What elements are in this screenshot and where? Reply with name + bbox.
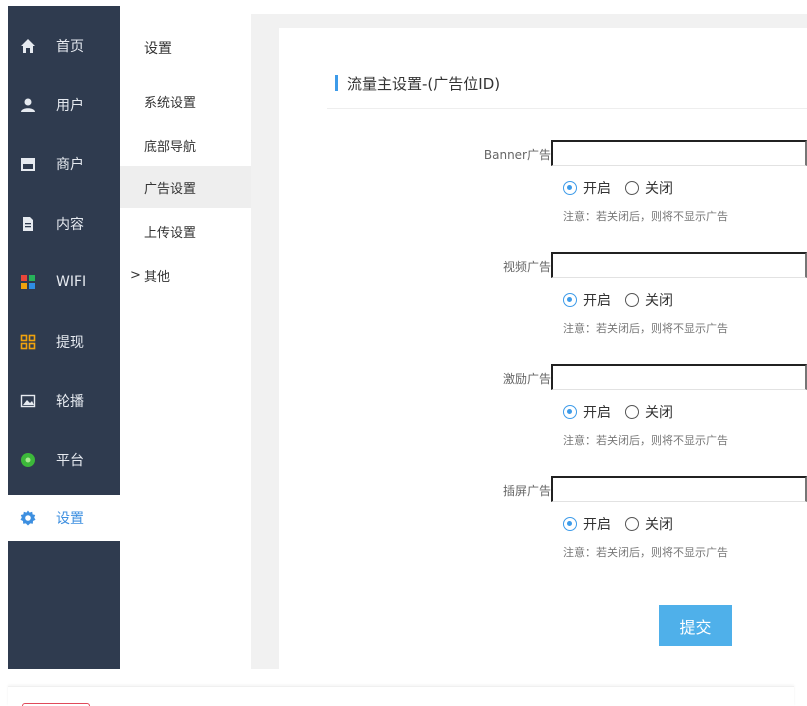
document-icon — [20, 216, 36, 232]
platform-icon — [20, 452, 36, 468]
title-accent-bar — [335, 75, 338, 91]
rewarded-ad-label: 激励广告 — [502, 372, 551, 386]
video-ad-on-radio[interactable] — [563, 293, 577, 307]
submenu-item-ads[interactable]: 广告设置 — [120, 166, 251, 208]
submenu-item-label: 其他 — [144, 269, 171, 285]
sidebar-item-label: 用户 — [56, 98, 84, 114]
sidebar-item-wifi[interactable]: WIFI — [8, 259, 120, 305]
radio-on-label[interactable]: 开启 — [583, 290, 611, 310]
video-ad-off-radio[interactable] — [625, 293, 639, 307]
gear-icon — [20, 510, 36, 526]
submenu-item-other[interactable]: > 其他 — [120, 254, 251, 296]
settings-submenu: 设置 系统设置 底部导航 广告设置 上传设置 > 其他 — [120, 14, 251, 669]
sidebar-item-label: 内容 — [56, 217, 84, 233]
submenu-title: 设置 — [144, 41, 172, 57]
store-icon — [20, 156, 36, 172]
radio-on-label[interactable]: 开启 — [583, 514, 611, 534]
chevron-right-icon: > — [130, 267, 141, 283]
banner-ad-note: 注意：若关闭后，则将不显示广告 — [563, 210, 728, 223]
rewarded-ad-toggle: 开启 关闭 — [563, 402, 687, 422]
banner-ad-label: Banner广告 — [483, 148, 551, 162]
sidebar-item-label: 首页 — [56, 39, 84, 55]
image-icon — [20, 393, 36, 409]
radio-off-label[interactable]: 关闭 — [645, 290, 673, 310]
banner-ad-on-radio[interactable] — [563, 181, 577, 195]
video-ad-id-input[interactable] — [551, 252, 807, 278]
sidebar-item-merchants[interactable]: 商户 — [8, 141, 120, 187]
radio-off-label[interactable]: 关闭 — [645, 514, 673, 534]
radio-on-label[interactable]: 开启 — [583, 402, 611, 422]
submenu-item-label: 系统设置 — [144, 95, 197, 111]
panel-title: 流量主设置-(广告位ID) — [335, 74, 501, 93]
submenu-item-label: 底部导航 — [144, 139, 197, 155]
radio-off-label[interactable]: 关闭 — [645, 178, 673, 198]
banner-ad-toggle: 开启 关闭 — [563, 178, 687, 198]
ad-settings-panel: 流量主设置-(广告位ID) Banner广告 开启 关闭 注意：若关闭后，则将不… — [279, 28, 807, 669]
submenu-item-system[interactable]: 系统设置 — [120, 80, 251, 122]
submenu-item-bottom-nav[interactable]: 底部导航 — [120, 124, 251, 166]
radio-off-label[interactable]: 关闭 — [645, 402, 673, 422]
interstitial-ad-id-input[interactable] — [551, 476, 807, 502]
video-ad-note: 注意：若关闭后，则将不显示广告 — [563, 322, 728, 335]
home-icon — [20, 38, 36, 54]
sidebar-item-carousel[interactable]: 轮播 — [8, 378, 120, 424]
sidebar-item-content[interactable]: 内容 — [8, 201, 120, 247]
sidebar-item-label: 提现 — [56, 335, 84, 351]
sidebar-item-withdraw[interactable]: 提现 — [8, 319, 120, 365]
rewarded-ad-note: 注意：若关闭后，则将不显示广告 — [563, 434, 728, 447]
sidebar-item-label: 平台 — [56, 453, 84, 469]
video-ad-toggle: 开启 关闭 — [563, 290, 687, 310]
sidebar-item-label: 轮播 — [56, 394, 84, 410]
title-divider — [327, 108, 807, 109]
submenu-item-label: 广告设置 — [144, 181, 197, 197]
interstitial-ad-off-radio[interactable] — [625, 517, 639, 531]
interstitial-ad-note: 注意：若关闭后，则将不显示广告 — [563, 546, 728, 559]
submenu-item-label: 上传设置 — [144, 225, 197, 241]
sidebar-item-platform[interactable]: 平台 — [8, 437, 120, 483]
sidebar-item-label: 商户 — [56, 157, 84, 173]
bottom-panel — [8, 686, 794, 706]
sidebar-item-label: 设置 — [56, 511, 84, 527]
submit-button[interactable]: 提交 — [659, 605, 732, 646]
user-icon — [20, 97, 36, 113]
sidebar-item-label: WIFI — [56, 274, 87, 290]
main-sidebar: 首页 用户 商户 内容 WIFI 提现 轮播 平台 设置 — [8, 6, 120, 669]
panel-title-text: 流量主设置-(广告位ID) — [347, 74, 501, 93]
sidebar-item-settings[interactable]: 设置 — [8, 495, 120, 541]
grid-icon — [20, 334, 36, 350]
banner-ad-off-radio[interactable] — [625, 181, 639, 195]
rewarded-ad-id-input[interactable] — [551, 364, 807, 390]
video-ad-label: 视频广告 — [502, 260, 551, 274]
banner-ad-id-input[interactable] — [551, 140, 807, 166]
sidebar-item-users[interactable]: 用户 — [8, 82, 120, 128]
interstitial-ad-on-radio[interactable] — [563, 517, 577, 531]
app-window: 首页 用户 商户 内容 WIFI 提现 轮播 平台 设置 设置 系统设置 底部导… — [0, 0, 807, 706]
submenu-item-upload[interactable]: 上传设置 — [120, 210, 251, 252]
rewarded-ad-off-radio[interactable] — [625, 405, 639, 419]
radio-on-label[interactable]: 开启 — [583, 178, 611, 198]
interstitial-ad-label: 插屏广告 — [502, 484, 551, 498]
interstitial-ad-toggle: 开启 关闭 — [563, 514, 687, 534]
sidebar-item-home[interactable]: 首页 — [8, 23, 120, 69]
wifi-app-icon — [20, 274, 36, 290]
rewarded-ad-on-radio[interactable] — [563, 405, 577, 419]
